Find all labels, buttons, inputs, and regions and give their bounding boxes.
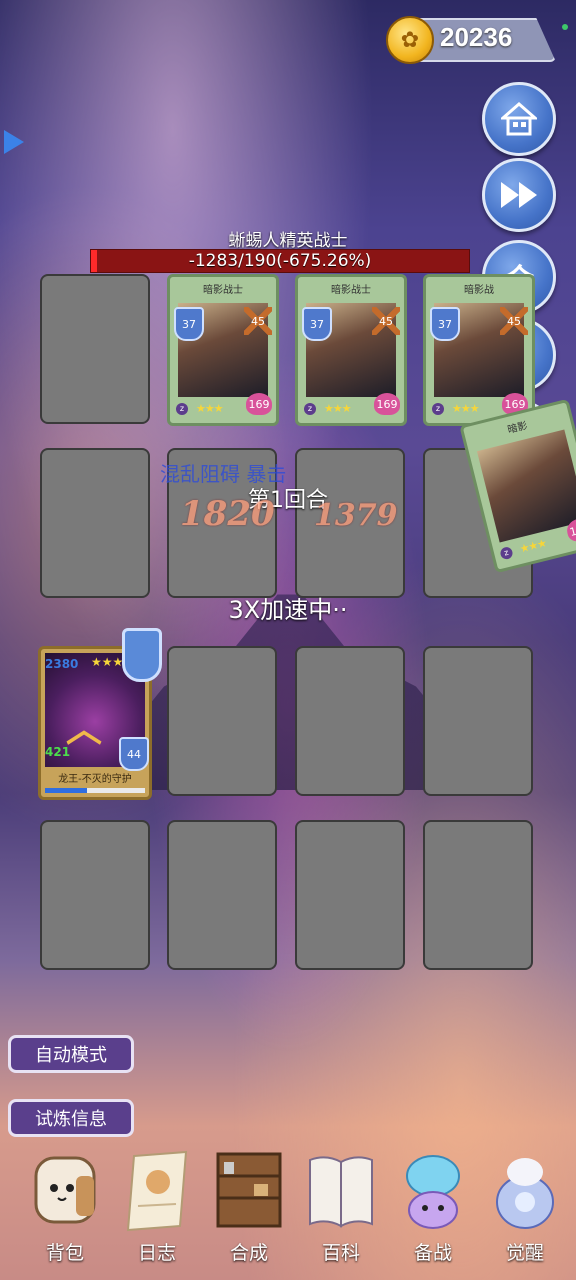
enemy-card-title: 暗影战 [464, 285, 494, 296]
book-icon [309, 1156, 373, 1228]
nav-label: 觉醒 [505, 1242, 544, 1264]
enemy-card-title: 暗影战士 [331, 285, 371, 296]
empty-slot[interactable] [167, 646, 277, 796]
empty-slot[interactable] [423, 820, 533, 970]
nav-label: 日志 [137, 1242, 176, 1264]
element-icon: z [304, 403, 316, 415]
trial-info-button[interactable]: 试炼信息 [8, 1099, 134, 1137]
damage-number: 1379 [314, 498, 398, 533]
home-button[interactable] [482, 82, 556, 156]
enemy-hp: 169 [246, 393, 272, 415]
trial-info-label: 试炼信息 [35, 1109, 107, 1130]
expand-arrow-icon[interactable] [4, 130, 24, 154]
enemy-attack: 45 [372, 307, 400, 335]
nav-item-craft[interactable]: 合成 [204, 1140, 294, 1280]
currency-amount: 20236 [440, 22, 513, 52]
player-card-progress [45, 788, 145, 793]
enemy-level-badge: 37 [174, 307, 204, 341]
player-card-name: 龙王-不灭的守护 [58, 774, 132, 785]
nav-label: 合成 [229, 1242, 268, 1264]
element-icon: z [432, 403, 444, 415]
log-icon [126, 1150, 188, 1232]
element-icon: z [499, 545, 514, 561]
element-icon: z [176, 403, 188, 415]
empty-slot[interactable] [40, 448, 150, 598]
coin-icon: ✿ [386, 16, 434, 64]
nav-label: 背包 [45, 1242, 84, 1264]
star-icon: ★★★ [324, 402, 352, 415]
round-indicator: 第1回合 [248, 488, 328, 513]
slime-icon [406, 1155, 460, 1229]
empty-slot[interactable] [423, 646, 533, 796]
boss-hp-text: -1283/190(-675.26%) [188, 251, 372, 271]
empty-slot[interactable] [295, 820, 405, 970]
empty-slot[interactable] [40, 274, 150, 424]
nav-item-backpack[interactable]: 背包 [20, 1140, 110, 1280]
boss-hp-bar: -1283/190(-675.26%) [90, 249, 470, 273]
enemy-hp: 169 [374, 393, 400, 415]
player-card-defense: 44 [119, 737, 149, 771]
enemy-attack: 45 [244, 307, 272, 335]
enemy-level-badge: 37 [430, 307, 460, 341]
nav-item-encyclopedia[interactable]: 百科 [296, 1140, 386, 1280]
enemy-attack: 45 [500, 307, 528, 335]
empty-slot[interactable] [40, 820, 150, 970]
enemy-card[interactable]: 暗影战 37 45 z ★★★ 169 [423, 274, 535, 426]
nav-item-prepare[interactable]: 备战 [388, 1140, 478, 1280]
nav-label: 百科 [321, 1242, 360, 1264]
status-dot [562, 24, 568, 30]
backpack-icon [34, 1156, 96, 1224]
rank-up-icon: ︿ [66, 709, 103, 750]
star-icon: ★★★ [518, 536, 548, 556]
bottom-nav: 背包 日志 合成 百科 备战 觉醒 [0, 1140, 576, 1280]
home-icon [501, 102, 537, 136]
awaken-icon [496, 1158, 554, 1229]
nav-item-log[interactable]: 日志 [112, 1140, 202, 1280]
empty-slot[interactable] [295, 646, 405, 796]
auto-mode-button[interactable]: 自动模式 [8, 1035, 134, 1073]
nav-item-awaken[interactable]: 觉醒 [480, 1140, 570, 1280]
fast-forward-button[interactable] [482, 158, 556, 232]
star-icon: ★★★ [196, 402, 224, 415]
empty-slot[interactable] [167, 820, 277, 970]
fast-forward-icon [501, 182, 537, 208]
enemy-card[interactable]: 暗影战士 37 45 z ★★★ 169 [295, 274, 407, 426]
enemy-card[interactable]: 暗影战士 37 45 z ★★★ 169 [167, 274, 279, 426]
player-card-hp: 2380 [45, 657, 79, 671]
boss-name: 蜥蜴人精英战士 [228, 231, 348, 251]
auto-mode-label: 自动模式 [35, 1045, 107, 1066]
enemy-level-badge: 37 [302, 307, 332, 341]
craft-icon [216, 1152, 282, 1228]
speed-indicator: 3X加速中·· [228, 596, 348, 624]
star-icon: ★★★ [91, 655, 124, 669]
shield-icon [122, 628, 162, 682]
nav-label: 备战 [413, 1242, 452, 1264]
enemy-card-title: 暗影战士 [203, 285, 243, 296]
damage-number: 1820 [180, 494, 275, 534]
star-icon: ★★★ [452, 402, 480, 415]
